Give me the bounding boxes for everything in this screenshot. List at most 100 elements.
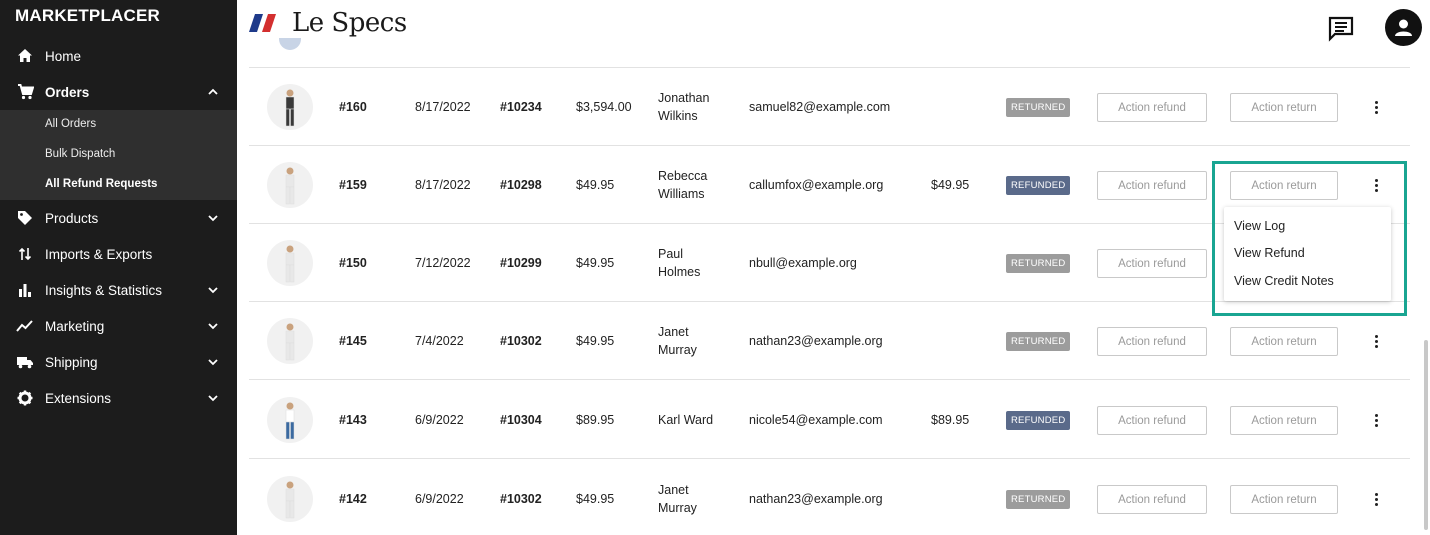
table-row: #143 6/9/2022 #10304 $89.95 Karl Ward nicole5…: [249, 381, 1410, 459]
customer-first-name: Janet: [658, 325, 689, 339]
import-export-icon: [16, 245, 34, 263]
action-refund-button[interactable]: Action refund: [1097, 406, 1207, 435]
user-avatar[interactable]: [1385, 9, 1422, 46]
action-return-button[interactable]: Action return: [1230, 327, 1338, 356]
menu-item-view-refund[interactable]: View Refund: [1234, 246, 1305, 260]
customer-last-name: Murray: [658, 343, 697, 357]
chevron-down-icon: [208, 359, 218, 366]
chevron-down-icon: [208, 323, 218, 330]
action-refund-button[interactable]: Action refund: [1097, 249, 1207, 278]
refund-request-number[interactable]: #150: [339, 224, 367, 302]
scrollbar[interactable]: [1424, 340, 1428, 530]
refund-request-number[interactable]: #145: [339, 302, 367, 380]
request-date: 7/4/2022: [415, 334, 464, 348]
gear-icon: [16, 389, 34, 407]
action-refund-button[interactable]: Action refund: [1097, 93, 1207, 122]
product-thumbnail: [267, 397, 313, 443]
nav-home[interactable]: Home: [0, 38, 237, 74]
order-number[interactable]: #10304: [500, 381, 542, 459]
customer-first-name: Jonathan: [658, 91, 710, 105]
table-row: #160 8/17/2022 #10234 $3,594.00 Jonathan Wilk…: [249, 68, 1410, 146]
subnav-all-orders[interactable]: All Orders: [45, 118, 96, 130]
refund-request-number[interactable]: #159: [339, 146, 367, 224]
table-row: #142 6/9/2022 #10302 $49.95 Janet Murray natha…: [249, 460, 1410, 535]
customer-first-name: Paul: [658, 247, 684, 261]
nav-products[interactable]: Products: [0, 200, 237, 236]
customer-name: Paul Holmes: [658, 224, 738, 302]
more-options-icon[interactable]: [1366, 410, 1386, 430]
bar-chart-icon: [16, 281, 34, 299]
order-number[interactable]: #10234: [500, 68, 542, 146]
nav-shipping[interactable]: Shipping: [0, 344, 237, 380]
product-thumbnail: [267, 240, 313, 286]
nav-extensions-label: Extensions: [45, 390, 112, 406]
menu-item-view-credit-notes[interactable]: View Credit Notes: [1234, 274, 1334, 288]
customer-last-name: Williams: [658, 187, 705, 201]
menu-item-view-log[interactable]: View Log: [1234, 219, 1285, 233]
customer-email: callumfox@example.org: [749, 178, 884, 192]
more-options-icon[interactable]: [1366, 331, 1386, 351]
more-options-icon[interactable]: [1366, 97, 1386, 117]
product-thumbnail-partial: [279, 38, 301, 50]
status-badge: REFUNDED: [1006, 176, 1071, 195]
refund-amount: $89.95: [931, 413, 970, 427]
refund-request-number[interactable]: #143: [339, 381, 367, 459]
action-return-button[interactable]: Action return: [1230, 93, 1338, 122]
subnav-bulk-dispatch[interactable]: Bulk Dispatch: [45, 148, 115, 160]
action-refund-button[interactable]: Action refund: [1097, 485, 1207, 514]
nav-orders[interactable]: Orders: [0, 74, 237, 110]
customer-name: Janet Murray: [658, 460, 738, 535]
status-badge: RETURNED: [1006, 490, 1071, 509]
order-total: $89.95: [576, 413, 615, 427]
customer-name: Rebecca Williams: [658, 146, 738, 224]
home-icon: [16, 47, 34, 65]
request-date: 6/9/2022: [415, 492, 464, 506]
nav-marketing[interactable]: Marketing: [0, 308, 237, 344]
action-return-button[interactable]: Action return: [1230, 406, 1338, 435]
nav-insights-label: Insights & Statistics: [45, 282, 163, 298]
nav-imports-exports[interactable]: Imports & Exports: [0, 236, 237, 272]
nav-insights[interactable]: Insights & Statistics: [0, 272, 237, 308]
order-number[interactable]: #10302: [500, 460, 542, 535]
action-return-button[interactable]: Action return: [1230, 485, 1338, 514]
trend-icon: [16, 317, 34, 335]
nav-home-label: Home: [45, 48, 82, 64]
customer-name: Janet Murray: [658, 302, 738, 380]
chat-icon[interactable]: [1327, 15, 1355, 43]
refund-request-number[interactable]: #142: [339, 460, 367, 535]
customer-last-name: Holmes: [658, 265, 701, 279]
order-number[interactable]: #10298: [500, 146, 542, 224]
product-thumbnail: [267, 162, 313, 208]
top-header: Le Specs: [237, 0, 1430, 67]
action-refund-button[interactable]: Action refund: [1097, 327, 1207, 356]
chevron-down-icon: [208, 215, 218, 222]
order-total: $3,594.00: [576, 100, 632, 114]
customer-first-name: Rebecca: [658, 169, 708, 183]
action-refund-button[interactable]: Action refund: [1097, 171, 1207, 200]
customer-last-name: Wilkins: [658, 109, 698, 123]
product-thumbnail: [267, 476, 313, 522]
customer-email: nicole54@example.com: [749, 413, 883, 427]
nav-marketing-label: Marketing: [45, 318, 105, 334]
customer-email: nbull@example.org: [749, 256, 857, 270]
status-badge: REFUNDED: [1006, 411, 1071, 430]
nav-extensions[interactable]: Extensions: [0, 380, 237, 416]
order-total: $49.95: [576, 178, 615, 192]
nav-imports-exports-label: Imports & Exports: [45, 246, 153, 262]
product-thumbnail: [267, 318, 313, 364]
refund-request-number[interactable]: #160: [339, 68, 367, 146]
request-date: 8/17/2022: [415, 100, 471, 114]
order-number[interactable]: #10302: [500, 302, 542, 380]
customer-first-name: Karl Ward: [658, 413, 714, 427]
more-options-icon[interactable]: [1366, 489, 1386, 509]
order-total: $49.95: [576, 334, 615, 348]
order-total: $49.95: [576, 256, 615, 270]
status-badge: RETURNED: [1006, 98, 1071, 117]
request-date: 7/12/2022: [415, 256, 471, 270]
status-badge: RETURNED: [1006, 254, 1071, 273]
brand-logo[interactable]: MARKETPLACER: [15, 6, 160, 26]
subnav-all-refund-requests[interactable]: All Refund Requests: [45, 178, 157, 190]
refund-amount: $49.95: [931, 178, 970, 192]
tag-icon: [16, 209, 34, 227]
order-number[interactable]: #10299: [500, 224, 542, 302]
